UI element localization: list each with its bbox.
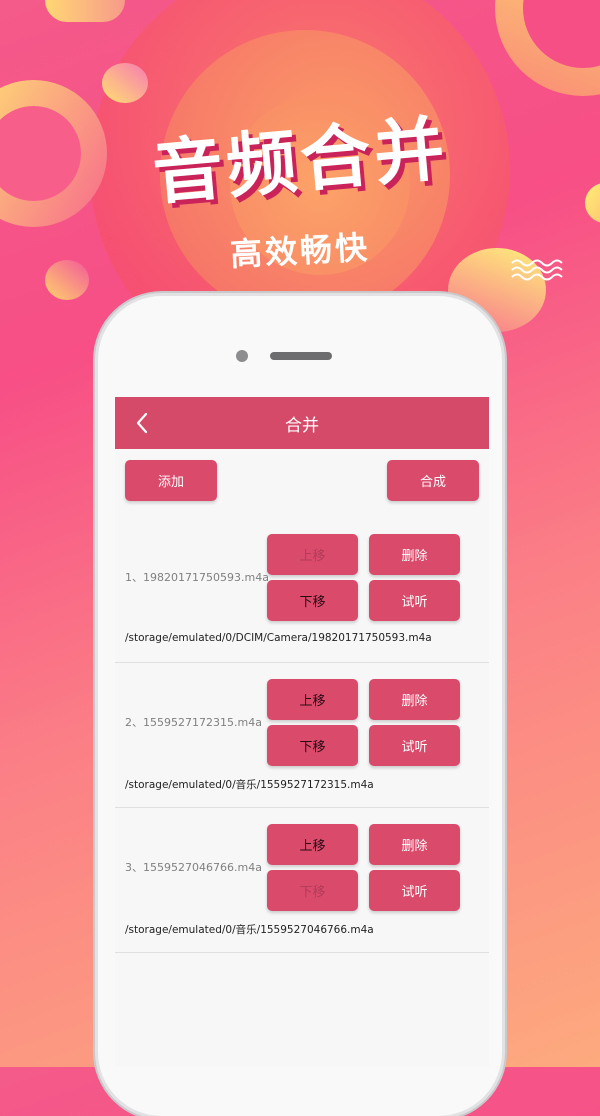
delete-button[interactable]: 删除 (369, 679, 460, 720)
merge-button[interactable]: 合成 (387, 460, 479, 501)
preview-button[interactable]: 试听 (369, 580, 460, 621)
file-name: 2、1559527172315.m4a (125, 716, 262, 729)
phone-camera (236, 350, 248, 362)
delete-button[interactable]: 删除 (369, 534, 460, 575)
list-item: 2、1559527172315.m4a 上移 删除 下移 试听 /storage… (115, 662, 489, 808)
decor-dot (102, 63, 148, 103)
move-up-button[interactable]: 上移 (267, 534, 358, 575)
move-up-button[interactable]: 上移 (267, 824, 358, 865)
file-path: /storage/emulated/0/音乐/1559527172315.m4a (125, 779, 374, 791)
list-item: 3、1559527046766.m4a 上移 删除 下移 试听 /storage… (115, 807, 489, 953)
phone-speaker (270, 352, 332, 360)
chevron-left-icon[interactable] (131, 411, 155, 435)
move-down-button[interactable]: 下移 (267, 725, 358, 766)
delete-button[interactable]: 删除 (369, 824, 460, 865)
move-down-button[interactable]: 下移 (267, 870, 358, 911)
decor-dot (45, 0, 125, 22)
wave-lines-icon (511, 259, 563, 281)
move-up-button[interactable]: 上移 (267, 679, 358, 720)
add-button[interactable]: 添加 (125, 460, 217, 501)
file-path: /storage/emulated/0/DCIM/Camera/19820171… (125, 632, 432, 644)
file-path: /storage/emulated/0/音乐/1559527046766.m4a (125, 924, 374, 936)
page-title: 合并 (285, 415, 319, 436)
move-down-button[interactable]: 下移 (267, 580, 358, 621)
file-name: 1、19820171750593.m4a (125, 571, 269, 584)
app-bar: 合并 (115, 397, 489, 449)
preview-button[interactable]: 试听 (369, 870, 460, 911)
preview-button[interactable]: 试听 (369, 725, 460, 766)
list-item: 1、19820171750593.m4a 上移 删除 下移 试听 /storag… (115, 517, 489, 663)
file-name: 3、1559527046766.m4a (125, 861, 262, 874)
app-screen: 合并 添加 合成 1、19820171750593.m4a 上移 删除 下移 试… (115, 397, 489, 1067)
